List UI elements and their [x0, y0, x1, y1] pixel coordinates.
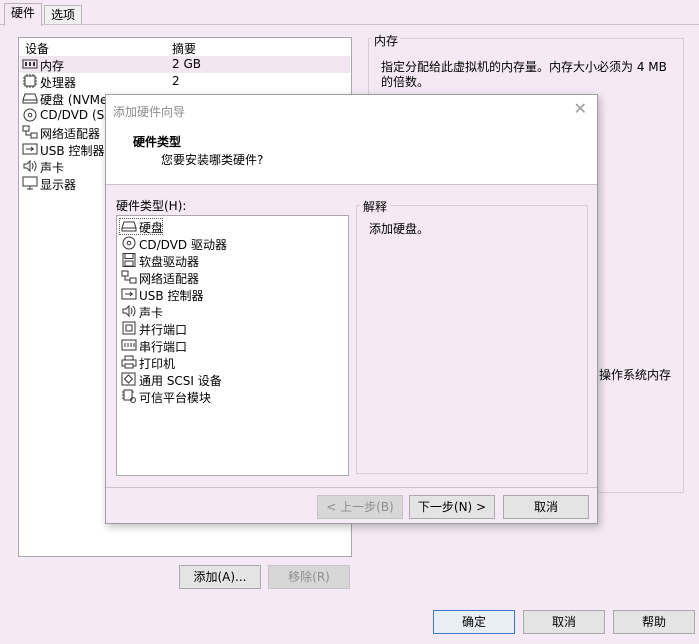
- device-name: 显示器: [40, 178, 77, 192]
- harddisk-icon: [22, 91, 38, 105]
- hardware-item-label: 并行端口: [139, 323, 188, 337]
- hardware-type-label: 硬件类型(H):: [116, 199, 187, 213]
- device-list-header: 设备 摘要: [19, 38, 351, 56]
- remove-button[interactable]: 移除(R): [268, 565, 350, 589]
- device-name: 声卡: [40, 161, 65, 175]
- wizard-title: 添加硬件向导: [113, 105, 186, 119]
- sound-icon: [121, 304, 137, 318]
- next-button[interactable]: 下一步(N) >: [409, 495, 495, 519]
- printer-icon: [121, 355, 137, 369]
- hardware-item-label: 串行端口: [139, 340, 188, 354]
- device-row-processor[interactable]: 处理器 2: [20, 73, 350, 90]
- usb-icon: [22, 142, 38, 156]
- tpm-icon: [121, 389, 137, 403]
- column-header-device[interactable]: 设备: [25, 40, 49, 57]
- tab-hardware[interactable]: 硬件: [4, 3, 43, 26]
- device-name: 网络适配器: [40, 127, 101, 141]
- network-icon: [22, 125, 38, 139]
- harddisk-icon: [121, 219, 137, 233]
- tab-bar: 硬件 选项: [0, 0, 699, 26]
- explanation-group: 解释 添加硬盘。: [356, 198, 588, 474]
- back-button[interactable]: < 上一步(B): [317, 495, 403, 519]
- tab-options[interactable]: 选项: [44, 5, 83, 25]
- wizard-titlebar: 添加硬件向导 ✕: [106, 95, 597, 125]
- device-summary: 2 GB: [172, 57, 201, 71]
- memory-icon: [22, 57, 38, 71]
- wizard-heading: 硬件类型: [133, 135, 182, 149]
- ok-button[interactable]: 确定: [433, 610, 515, 634]
- hardware-item-label: 硬盘: [139, 221, 164, 235]
- add-hardware-wizard: 添加硬件向导 ✕ 硬件类型 您要安装哪类硬件? 硬件类型(H): 硬盘 CD/D…: [105, 94, 598, 524]
- wizard-separator: [106, 487, 597, 488]
- cd-icon: [121, 236, 137, 250]
- memory-partial-text: 操作系统内存: [599, 368, 672, 382]
- cancel-button[interactable]: 取消: [523, 610, 605, 634]
- hardware-item-label: 打印机: [139, 357, 176, 371]
- help-button[interactable]: 帮助: [613, 610, 695, 634]
- explanation-title: 解释: [360, 198, 391, 215]
- wizard-subheading: 您要安装哪类硬件?: [161, 153, 264, 167]
- hardware-item-label: 网络适配器: [139, 272, 200, 286]
- add-button[interactable]: 添加(A)...: [179, 565, 261, 589]
- usb-icon: [121, 287, 137, 301]
- cpu-icon: [22, 74, 38, 88]
- memory-group-title: 内存: [372, 32, 401, 49]
- hardware-item-label: USB 控制器: [139, 289, 204, 303]
- device-name: 内存: [40, 59, 65, 73]
- wizard-header: 硬件类型 您要安装哪类硬件?: [106, 125, 597, 185]
- hardware-type-list[interactable]: 硬盘 CD/DVD 驱动器 软盘驱动器 网络适配器 USB 控制器 声卡 并行端…: [116, 215, 349, 476]
- wizard-cancel-button[interactable]: 取消: [503, 495, 589, 519]
- display-icon: [22, 176, 38, 190]
- parallel-port-icon: [121, 321, 137, 335]
- hardware-item-label: 软盘驱动器: [139, 255, 200, 269]
- device-name: USB 控制器: [40, 144, 105, 158]
- network-icon: [121, 270, 137, 284]
- cd-icon: [22, 108, 38, 122]
- device-row-memory[interactable]: 内存 2 GB: [20, 56, 350, 73]
- memory-description: 指定分配给此虚拟机的内存量。内存大小必须为 4 MB 的倍数。: [381, 60, 667, 89]
- floppy-icon: [121, 253, 137, 267]
- close-icon[interactable]: ✕: [574, 99, 587, 118]
- hardware-item-label: CD/DVD 驱动器: [139, 238, 227, 252]
- hardware-item-label: 通用 SCSI 设备: [139, 374, 222, 388]
- device-name: 处理器: [40, 76, 77, 90]
- device-summary: 2: [172, 74, 180, 88]
- hardware-item-label: 可信平台模块: [139, 391, 212, 405]
- scsi-icon: [121, 372, 137, 386]
- hardware-item-harddisk[interactable]: 硬盘: [119, 218, 163, 235]
- device-name: 硬盘 (NVMe): [40, 93, 113, 107]
- sound-icon: [22, 159, 38, 173]
- hardware-item-label: 声卡: [139, 306, 164, 320]
- serial-port-icon: [121, 338, 137, 352]
- explanation-text: 添加硬盘。: [369, 222, 430, 236]
- column-header-summary[interactable]: 摘要: [172, 40, 196, 57]
